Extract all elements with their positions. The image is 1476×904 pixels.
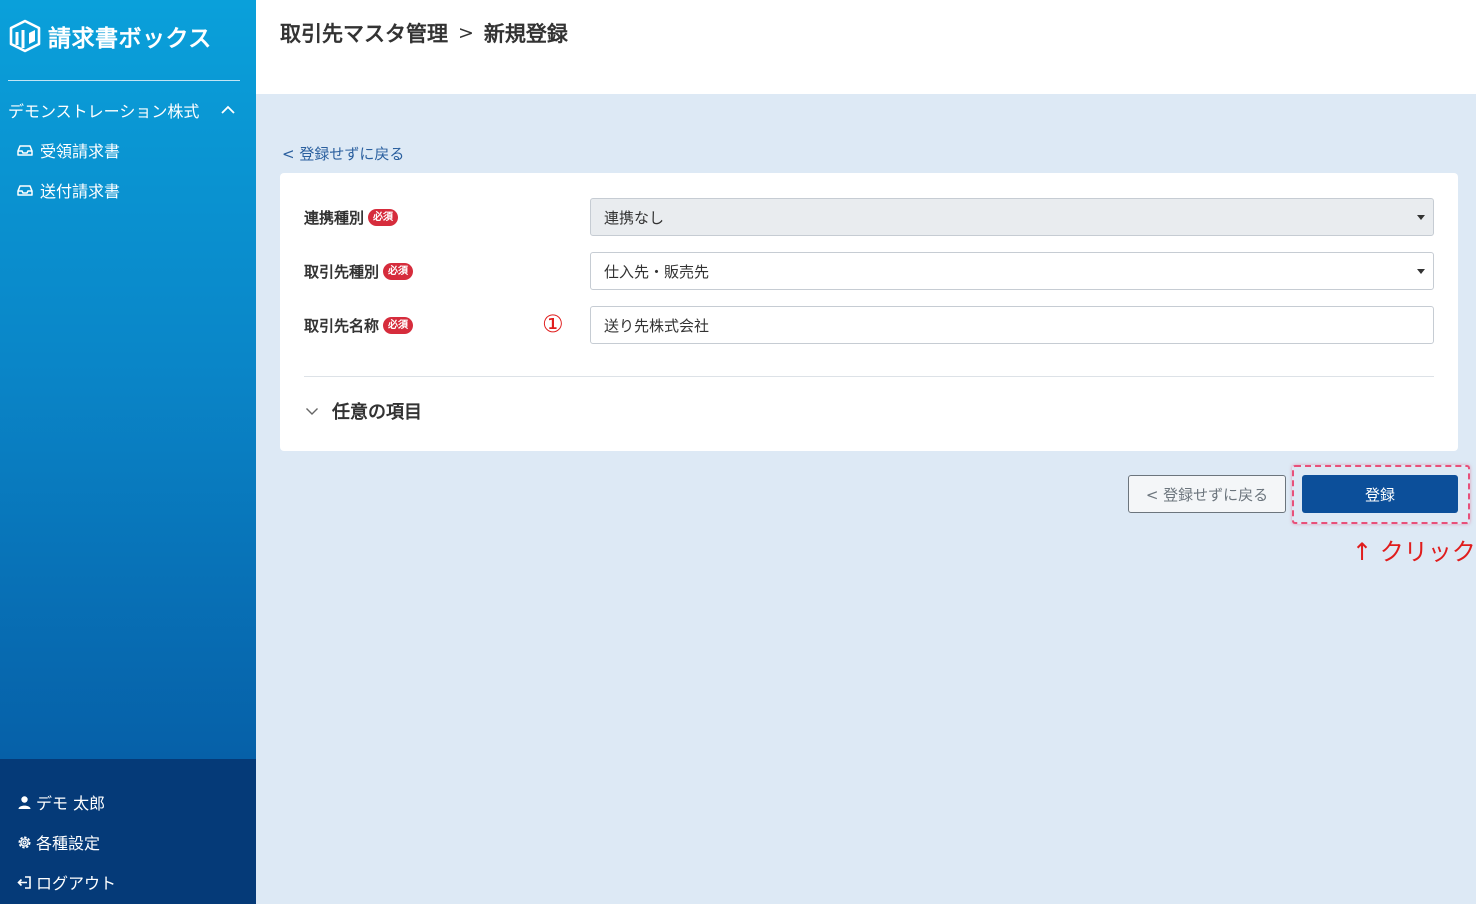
caret-down-icon	[1417, 215, 1425, 220]
user-name: デモ 太郎	[36, 794, 106, 813]
sidebar-item-sent-invoices[interactable]: 送付請求書	[16, 178, 120, 202]
field-label-partner-name: 取引先名称 必須	[304, 314, 414, 336]
logout-label: ログアウト	[36, 874, 117, 893]
company-selector[interactable]: デモンストレーション株式	[8, 98, 240, 122]
label-text: 取引先種別	[304, 262, 380, 281]
partner-type-select[interactable]: 仕入先・販売先	[590, 252, 1434, 290]
cancel-button[interactable]: < 登録せずに戻る	[1128, 475, 1286, 513]
chevron-up-icon	[221, 105, 235, 114]
form-card: 連携種別 必須 連携なし 取引先種別 必須 仕入先・販売先 取引先名称 必須 ①…	[280, 173, 1458, 451]
label-text: 取引先名称	[304, 316, 380, 335]
label-text: 連携種別	[304, 208, 365, 227]
breadcrumb-separator: >	[458, 22, 474, 44]
app-logo[interactable]: 請求書ボックス	[8, 18, 212, 54]
required-badge: 必須	[368, 208, 399, 226]
user-icon	[18, 795, 31, 809]
sidebar-footer: デモ 太郎 各種設定 ログアウト	[0, 759, 256, 904]
input-value: 送り先株式会社	[604, 316, 710, 335]
integration-type-select[interactable]: 連携なし	[590, 198, 1434, 236]
caret-down-icon	[1417, 269, 1425, 274]
optional-section-toggle[interactable]: 任意の項目	[304, 398, 422, 424]
partner-name-input[interactable]: 送り先株式会社	[590, 306, 1434, 344]
required-badge: 必須	[383, 262, 414, 280]
click-annotation: ↑ クリック	[1352, 538, 1476, 566]
settings-label: 各種設定	[36, 834, 101, 853]
page-title: 新規登録	[483, 22, 568, 46]
select-value: 仕入先・販売先	[604, 262, 710, 281]
inbox-icon	[17, 145, 33, 156]
user-menu[interactable]: デモ 太郎	[16, 790, 105, 814]
sidebar-item-label: 受領請求書	[40, 142, 121, 161]
breadcrumb: 取引先マスタ管理 > 新規登録	[280, 18, 568, 48]
step-number-annotation: ①	[542, 310, 564, 338]
back-link[interactable]: < 登録せずに戻る	[282, 143, 404, 164]
field-label-integration-type: 連携種別 必須	[304, 206, 399, 228]
logout-link[interactable]: ログアウト	[16, 870, 116, 894]
logout-icon	[17, 875, 31, 889]
select-value: 連携なし	[604, 208, 665, 227]
required-badge: 必須	[383, 316, 414, 334]
sidebar-divider	[8, 80, 240, 81]
page-header: 取引先マスタ管理 > 新規登録	[256, 0, 1476, 94]
chevron-down-icon	[306, 408, 318, 415]
sidebar-item-label: 送付請求書	[40, 182, 121, 201]
field-label-partner-type: 取引先種別 必須	[304, 260, 414, 282]
optional-section-label: 任意の項目	[332, 402, 422, 423]
register-button[interactable]: 登録	[1302, 475, 1458, 513]
breadcrumb-parent[interactable]: 取引先マスタ管理	[280, 18, 448, 48]
box-logo-icon	[9, 19, 41, 53]
gear-icon	[18, 836, 31, 848]
sidebar: 請求書ボックス デモンストレーション株式 受領請求書 送付請求書 デモ 太郎 各…	[0, 0, 256, 904]
settings-link[interactable]: 各種設定	[16, 830, 100, 854]
section-divider	[304, 376, 1434, 377]
inbox-icon	[17, 185, 33, 196]
company-name: デモンストレーション株式	[8, 102, 200, 121]
sidebar-item-received-invoices[interactable]: 受領請求書	[16, 138, 120, 162]
app-name: 請求書ボックス	[48, 26, 212, 52]
